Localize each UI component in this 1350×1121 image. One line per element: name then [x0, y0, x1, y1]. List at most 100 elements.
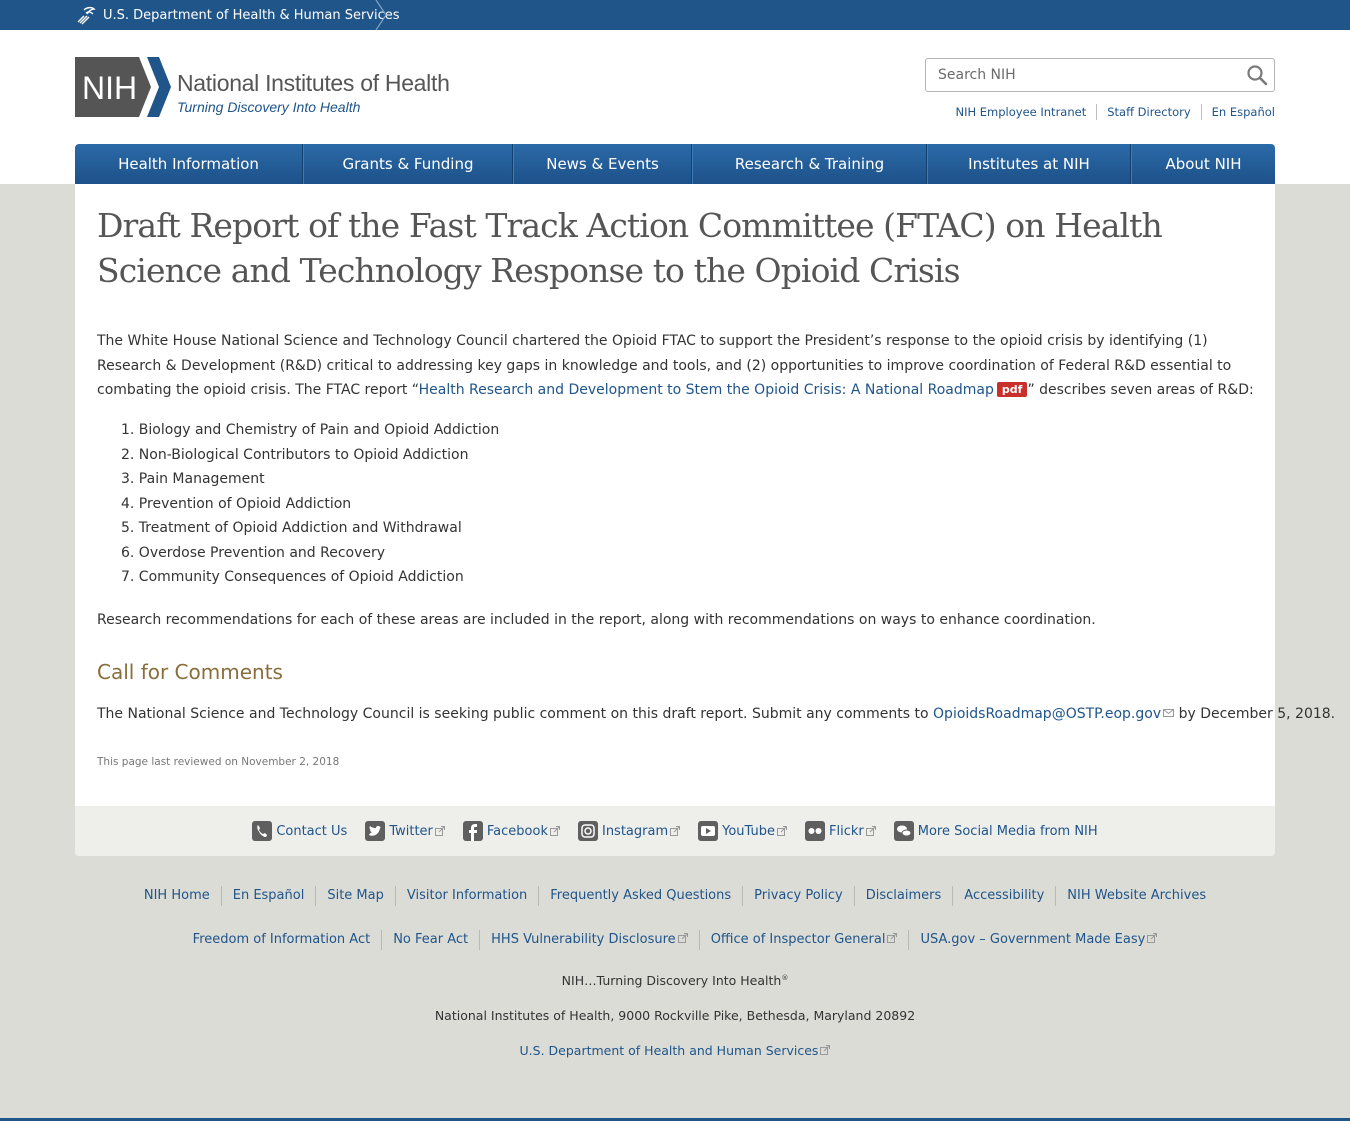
nih-logo[interactable]: NIH National Institutes of Health Turnin…: [75, 57, 475, 119]
registered-mark: ®: [781, 973, 789, 982]
social-link-flickr[interactable]: Flickr: [805, 821, 876, 841]
footer-tagline-text: NIH…Turning Discovery Into Health: [561, 973, 782, 988]
nav-grants-funding[interactable]: Grants & Funding: [303, 144, 513, 184]
rd-areas-list: 1. Biology and Chemistry of Pain and Opi…: [97, 418, 499, 590]
call-for-comments-heading: Call for Comments: [97, 660, 283, 684]
list-item: 5. Treatment of Opioid Addiction and Wit…: [121, 520, 462, 536]
mail-icon: [1163, 709, 1175, 717]
social-label: Twitter: [389, 823, 433, 839]
external-link-icon: [820, 1045, 831, 1055]
instagram-icon: [577, 821, 598, 841]
external-link-icon: [677, 933, 688, 943]
nih-logo-mark: NIH: [75, 57, 171, 117]
list-item: 4. Prevention of Opioid Addiction: [121, 495, 352, 512]
phone-icon: [252, 821, 273, 841]
list-item: 6. Overdose Prevention and Recovery: [121, 544, 386, 561]
search-icon[interactable]: [1246, 64, 1268, 86]
social-link-facebook[interactable]: Facebook: [462, 821, 560, 841]
footer-link-nih-home[interactable]: NIH Home: [133, 886, 221, 906]
utility-link-intranet[interactable]: NIH Employee Intranet: [945, 104, 1096, 120]
social-link-contact[interactable]: Contact Us: [252, 821, 347, 841]
footer-link-hhs-vulnerability[interactable]: HHS Vulnerability Disclosure: [479, 930, 699, 950]
hhs-bar: U.S. Department of Health & Human Servic…: [0, 0, 1350, 30]
social-label: Facebook: [486, 823, 548, 839]
intro-text-end: ” describes seven areas of R&D:: [1027, 382, 1254, 398]
nav-institutes[interactable]: Institutes at NIH: [927, 144, 1131, 184]
external-link-icon: [1147, 933, 1158, 943]
cfc-text-end: by December 5, 2018.: [1174, 706, 1336, 722]
utility-link-espanol[interactable]: En Español: [1200, 104, 1275, 120]
footer-hhs-label: U.S. Department of Health and Human Serv…: [519, 1043, 819, 1058]
footer-links-secondary: Freedom of Information Act No Fear Act H…: [0, 930, 1350, 950]
last-reviewed: This page last reviewed on November 2, 2…: [97, 756, 340, 768]
list-item: 7. Community Consequences of Opioid Addi…: [121, 569, 464, 585]
footer-link-archives[interactable]: NIH Website Archives: [1055, 886, 1217, 906]
footer-link-usa-gov[interactable]: USA.gov – Government Made Easy: [908, 930, 1168, 950]
facebook-icon: [462, 821, 483, 841]
social-link-instagram[interactable]: Instagram: [577, 821, 681, 841]
footer-links-primary: NIH Home En Español Site Map Visitor Inf…: [0, 886, 1350, 906]
nav-health-information[interactable]: Health Information: [75, 144, 303, 184]
search-box: [925, 58, 1275, 92]
social-link-youtube[interactable]: YouTube: [698, 821, 787, 841]
footer-link-site-map[interactable]: Site Map: [315, 886, 395, 906]
logo-mark-text: NIH: [82, 70, 137, 106]
utility-link-staff-directory[interactable]: Staff Directory: [1096, 104, 1200, 120]
cfc-text-start: The National Science and Technology Coun…: [97, 706, 934, 722]
flickr-icon: [805, 821, 825, 841]
comment-email: OpioidsRoadmap@OSTP.eop.gov: [933, 706, 1162, 722]
footer-hhs: U.S. Department of Health and Human Serv…: [0, 1043, 1350, 1058]
footer-link-label: Office of Inspector General: [710, 932, 886, 947]
main-content: Draft Report of the Fast Track Action Co…: [75, 184, 1335, 806]
footer-link-label: USA.gov – Government Made Easy: [920, 932, 1146, 947]
external-link-icon: [777, 826, 787, 836]
list-item: 3. Pain Management: [121, 471, 265, 487]
hhs-label: U.S. Department of Health & Human Servic…: [103, 7, 400, 23]
logo-title: National Institutes of Health: [177, 70, 450, 96]
footer-link-inspector-general[interactable]: Office of Inspector General: [698, 930, 909, 950]
comment-email-link[interactable]: OpioidsRoadmap@OSTP.eop.gov: [933, 706, 1175, 722]
social-label: Instagram: [601, 823, 669, 839]
social-label: Flickr: [829, 823, 864, 839]
footer-link-visitor-information[interactable]: Visitor Information: [394, 886, 538, 906]
footer-hhs-link[interactable]: U.S. Department of Health and Human Serv…: [520, 1043, 831, 1058]
nav-news-events[interactable]: News & Events: [513, 144, 692, 184]
footer-link-accessibility[interactable]: Accessibility: [952, 886, 1055, 906]
footer-link-label: HHS Vulnerability Disclosure: [491, 932, 676, 947]
social-label: More Social Media from NIH: [917, 823, 1098, 839]
external-link-icon: [549, 826, 560, 836]
intro-paragraph: The White House National Science and Tec…: [97, 329, 1257, 403]
footer-link-espanol[interactable]: En Español: [220, 886, 316, 906]
search-input[interactable]: [926, 59, 1236, 91]
youtube-icon: [698, 821, 719, 841]
chat-icon: [893, 821, 914, 841]
nav-research-training[interactable]: Research & Training: [692, 144, 927, 184]
list-item: 2. Non-Biological Contributors to Opioid…: [121, 446, 469, 463]
page-title: Draft Report of the Fast Track Action Co…: [97, 206, 1163, 290]
pdf-badge: pdf: [996, 382, 1028, 397]
list-item: 1. Biology and Chemistry of Pain and Opi…: [121, 422, 500, 438]
nav-about[interactable]: About NIH: [1131, 144, 1275, 184]
footer-link-no-fear-act[interactable]: No Fear Act: [381, 930, 479, 950]
social-link-twitter[interactable]: Twitter: [365, 821, 445, 841]
social-label: YouTube: [722, 823, 775, 839]
hhs-eagle-icon: [77, 6, 96, 25]
social-bar: Contact Us Twitter Facebook Instagram Yo…: [75, 806, 1275, 856]
social-link-more[interactable]: More Social Media from NIH: [893, 821, 1098, 841]
footer-link-privacy-policy[interactable]: Privacy Policy: [742, 886, 854, 906]
logo-tagline: Turning Discovery Into Health: [177, 99, 361, 115]
utility-links: NIH Employee Intranet Staff Directory En…: [945, 104, 1275, 120]
footer-link-faq[interactable]: Frequently Asked Questions: [538, 886, 742, 906]
footer-link-disclaimers[interactable]: Disclaimers: [853, 886, 953, 906]
footer-address: National Institutes of Health, 9000 Rock…: [434, 1008, 916, 1023]
hhs-link[interactable]: U.S. Department of Health & Human Servic…: [75, 0, 400, 30]
footer-link-label: No Fear Act: [393, 932, 469, 947]
external-link-icon: [887, 933, 898, 943]
external-link-icon: [865, 826, 876, 836]
footer-link-label: Freedom of Information Act: [192, 932, 371, 947]
footer-tagline: NIH…Turning Discovery Into Health®: [0, 973, 1350, 988]
social-label: Contact Us: [276, 823, 348, 839]
roadmap-report-link[interactable]: Health Research and Development to Stem …: [419, 382, 994, 398]
recommendations-text: Research recommendations for each of the…: [97, 612, 1096, 628]
footer-link-foia[interactable]: Freedom of Information Act: [182, 930, 382, 950]
